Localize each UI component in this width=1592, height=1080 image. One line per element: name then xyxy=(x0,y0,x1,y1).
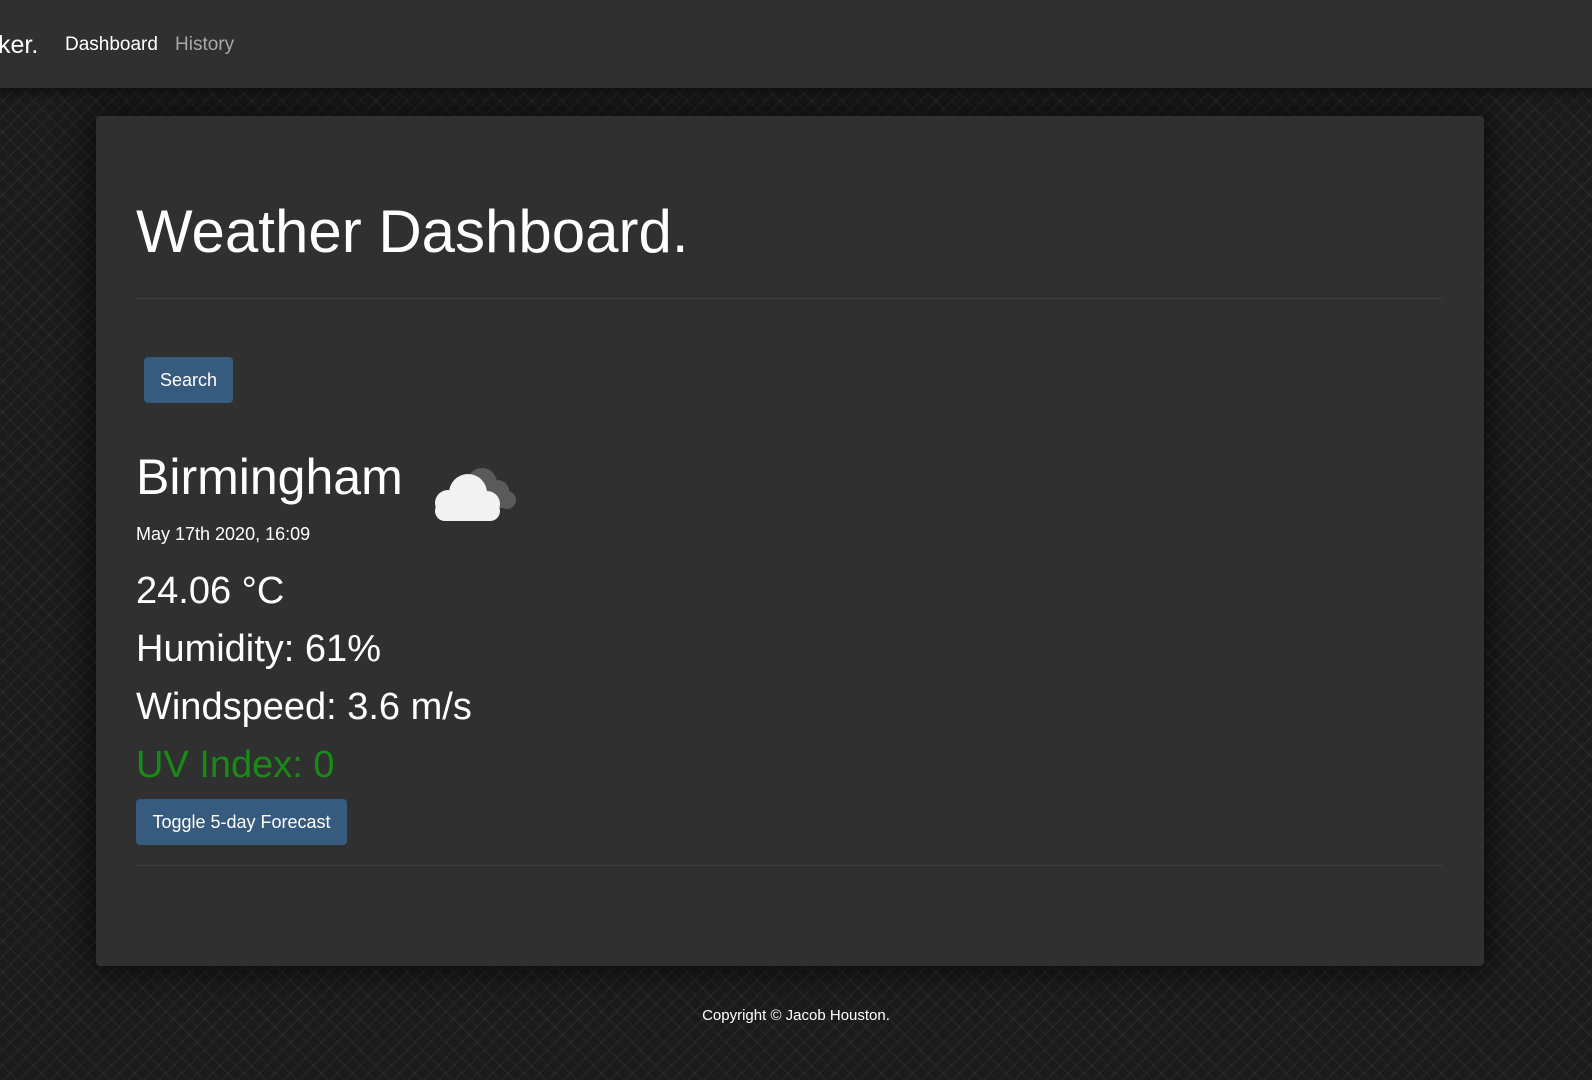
city-name: Birmingham xyxy=(136,449,403,505)
toggle-forecast-button[interactable]: Toggle 5-day Forecast xyxy=(136,799,347,845)
weather-datetime: May 17th 2020, 16:09 xyxy=(136,524,311,544)
nav-link-history[interactable]: History xyxy=(175,33,234,57)
page-title: Weather Dashboard. xyxy=(136,198,689,265)
nav-link-dashboard[interactable]: Dashboard xyxy=(65,33,158,57)
divider xyxy=(136,298,1442,299)
divider xyxy=(136,865,1442,866)
brand-logo[interactable]: ker. xyxy=(0,30,38,60)
windspeed-value: Windspeed: 3.6 m/s xyxy=(136,686,472,728)
search-button[interactable]: Search xyxy=(144,357,233,403)
temperature-value: 24.06 °C xyxy=(136,570,285,612)
top-navbar: ker. Dashboard History xyxy=(0,0,1592,88)
footer-copyright: Copyright © Jacob Houston. xyxy=(702,1007,890,1024)
dashboard-card: Weather Dashboard. Search Birmingham May… xyxy=(96,116,1484,966)
humidity-value: Humidity: 61% xyxy=(136,628,381,670)
cloud-icon xyxy=(424,461,516,523)
uv-index-value: UV Index: 0 xyxy=(136,744,335,786)
